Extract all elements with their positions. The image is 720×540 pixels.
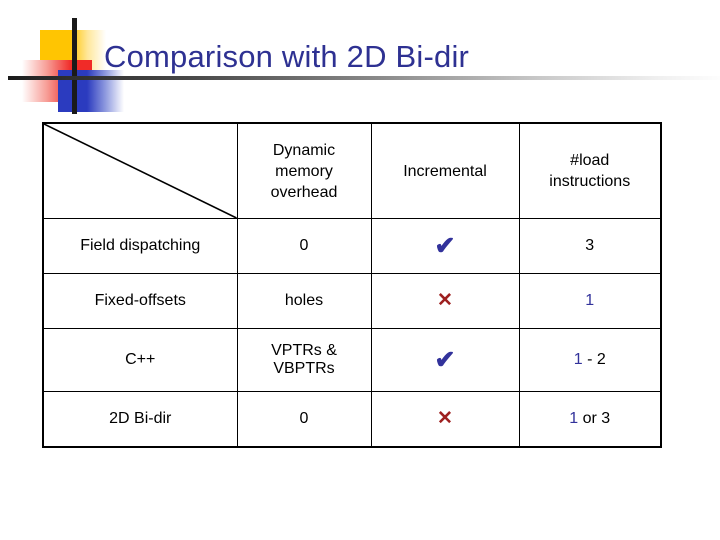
load-value-part: 3 [585,237,595,254]
load-value-part: - 2 [582,351,606,368]
header-line: Dynamic [272,141,336,159]
checkmark-icon: ✔ [434,345,456,374]
cell-line: VBPTRs [273,360,335,377]
table-header-load-instructions: #load instructions [518,122,662,219]
cell-load-instructions: 1 [518,273,662,329]
row-label-fixed-offsets: Fixed-offsets [42,273,238,329]
row-label-cpp: C++ [42,328,238,392]
load-value-part: or 3 [578,410,611,427]
load-value-part: 1 [585,292,595,309]
comparison-table-container: Dynamic memory overhead Incremental #loa… [42,122,662,448]
checkmark-icon: ✔ [434,231,456,260]
table-row: Fixed-offsets holes ✕ 1 [42,273,662,329]
table-header-dynamic-memory-overhead: Dynamic memory overhead [236,122,372,219]
diagonal-divider-icon [44,124,237,218]
header-line: #load [570,152,610,169]
row-label-2d-bi-dir: 2D Bi-dir [42,391,238,448]
cross-icon: ✕ [437,290,453,311]
header-line: memory [275,162,333,180]
cell-load-instructions: 3 [518,218,662,274]
slide-design-logo [22,12,124,114]
table-header-row: Dynamic memory overhead Incremental #loa… [42,122,662,219]
table-row: Field dispatching 0 ✔ 3 [42,218,662,274]
cell-dynamic-memory-overhead: VPTRs & VBPTRs [236,328,372,392]
header-line: instructions [549,173,631,190]
table-row: 2D Bi-dir 0 ✕ 1 or 3 [42,391,662,448]
cell-incremental: ✕ [370,391,520,448]
logo-vertical-bar [72,18,77,114]
slide-canvas: Comparison with 2D Bi-dir Dynamic memory… [0,0,720,540]
cross-icon: ✕ [437,408,453,429]
comparison-table: Dynamic memory overhead Incremental #loa… [42,122,662,448]
cell-incremental: ✔ [370,218,520,274]
header-line: Incremental [403,162,487,180]
load-value-part: 1 [573,351,583,368]
cell-incremental: ✔ [370,328,520,392]
cell-line: VPTRs & [271,342,337,359]
table-header-incremental: Incremental [370,122,520,219]
page-title: Comparison with 2D Bi-dir [104,39,470,74]
table-row: C++ VPTRs & VBPTRs ✔ 1 - 2 [42,328,662,392]
load-value-part: 1 [569,410,579,427]
header-line: overhead [270,183,338,201]
table-corner-cell [42,122,238,219]
cell-dynamic-memory-overhead: holes [236,273,372,329]
cell-load-instructions: 1 - 2 [518,328,662,392]
cell-dynamic-memory-overhead: 0 [236,218,372,274]
title-underline-rule [8,76,720,80]
cell-incremental: ✕ [370,273,520,329]
row-label-field-dispatching: Field dispatching [42,218,238,274]
cell-dynamic-memory-overhead: 0 [236,391,372,448]
cell-load-instructions: 1 or 3 [518,391,662,448]
